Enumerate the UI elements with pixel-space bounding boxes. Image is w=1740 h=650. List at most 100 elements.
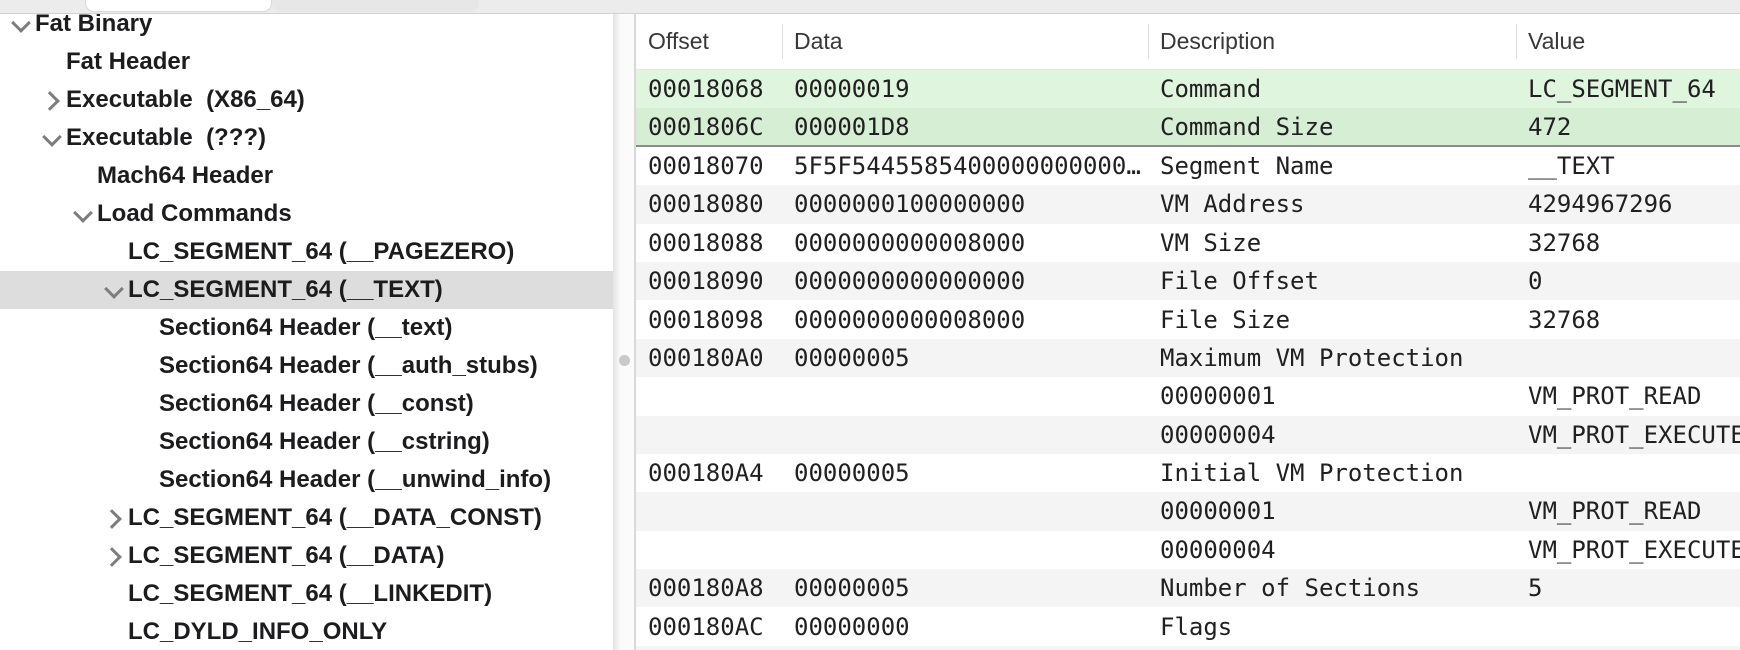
tree-item-selected[interactable]: LC_SEGMENT_64 (__TEXT) (0, 271, 613, 309)
cell-value: 4294967296 (1516, 190, 1740, 218)
chevron-right-icon[interactable] (102, 537, 128, 575)
column-header-value[interactable]: Value (1516, 28, 1740, 55)
cell-value: VM_PROT_EXECUTE (1516, 536, 1740, 564)
chevron-down-icon[interactable] (71, 195, 97, 233)
cell-data: 00000005 (782, 344, 1148, 372)
cell-data: 0000000000008000 (782, 229, 1148, 257)
table-row[interactable]: 000180705F5F5445585400000000000…Segment … (636, 147, 1740, 185)
cell-data: 00000005 (782, 574, 1148, 602)
table-header: OffsetDataDescriptionValue (636, 14, 1740, 70)
tree-item-label: Section64 Header (__const) (159, 390, 474, 418)
table-row[interactable]: 000180800000000100000000VM Address429496… (636, 185, 1740, 223)
no-chevron (133, 347, 159, 385)
tree-item-label: LC_DYLD_INFO_ONLY (128, 618, 387, 646)
tree-item[interactable]: Mach64 Header (0, 157, 613, 195)
cell-offset: 00018080 (636, 190, 782, 218)
cell-description: VM Size (1148, 229, 1516, 257)
tree-item[interactable]: LC_SEGMENT_64 (__DATA_CONST) (0, 499, 613, 537)
splitter-handle-icon[interactable] (619, 355, 630, 366)
table-row[interactable]: 000180A000000005Maximum VM Protection (636, 339, 1740, 377)
tree-item-label: Executable (X86_64) (66, 86, 305, 114)
cell-data: 5F5F5445585400000000000… (782, 152, 1148, 180)
cell-description: Flags (1148, 613, 1516, 641)
table-row[interactable]: 000180A800000005Number of Sections5 (636, 569, 1740, 607)
cell-offset: 0001806C (636, 113, 782, 141)
column-header-data[interactable]: Data (782, 28, 1148, 55)
cell-value: 32768 (1516, 229, 1740, 257)
table-row[interactable]: 0001806800000019CommandLC_SEGMENT_64 (636, 70, 1740, 108)
tree-item[interactable]: LC_SEGMENT_64 (__PAGEZERO) (0, 233, 613, 271)
chevron-down-icon[interactable] (40, 119, 66, 157)
tree-item[interactable]: Section64 Header (__cstring) (0, 423, 613, 461)
tree-item-label: Section64 Header (__cstring) (159, 428, 490, 456)
tree-item-label: LC_SEGMENT_64 (__DATA) (128, 542, 445, 570)
column-header-offset[interactable]: Offset (636, 28, 782, 55)
tree-item[interactable]: Fat Binary (0, 14, 613, 43)
cell-data: 0000000000000000 (782, 267, 1148, 295)
tree-item[interactable]: Fat Header (0, 43, 613, 81)
chevron-right-icon[interactable] (102, 499, 128, 537)
table-row[interactable]: 00000001VM_PROT_READ (636, 377, 1740, 415)
column-separator[interactable] (1516, 24, 1517, 59)
partial-next-row (636, 646, 1740, 650)
chevron-down-icon[interactable] (9, 14, 35, 43)
tree-item-label: LC_SEGMENT_64 (__DATA_CONST) (128, 504, 542, 532)
cell-description: 00000004 (1148, 421, 1516, 449)
cell-offset: 00018068 (636, 75, 782, 103)
sidebar-tree: Fat Binary Fat Header Executable (X86_64) E… (0, 14, 613, 650)
cell-description: Segment Name (1148, 152, 1516, 180)
table-row[interactable]: 000180980000000000008000File Size32768 (636, 300, 1740, 338)
table-row[interactable]: 000180900000000000000000File Offset0 (636, 262, 1740, 300)
tree-item[interactable]: LC_SEGMENT_64 (__LINKEDIT) (0, 575, 613, 613)
tab-inactive[interactable] (272, 0, 479, 12)
chevron-down-icon[interactable] (102, 271, 128, 309)
cell-data: 00000005 (782, 459, 1148, 487)
no-chevron (71, 157, 97, 195)
table-row[interactable]: 00000004VM_PROT_EXECUTE (636, 531, 1740, 569)
tree-item[interactable]: Section64 Header (__const) (0, 385, 613, 423)
no-chevron (133, 423, 159, 461)
tree-item[interactable]: Executable (???) (0, 119, 613, 157)
cell-value: VM_PROT_READ (1516, 382, 1740, 410)
no-chevron (133, 461, 159, 499)
cell-data: 000001D8 (782, 113, 1148, 141)
tree-item[interactable]: Section64 Header (__text) (0, 309, 613, 347)
cell-data: 00000019 (782, 75, 1148, 103)
no-chevron (102, 233, 128, 271)
table-row[interactable]: 0001806C000001D8Command Size472 (636, 108, 1740, 146)
tree-item[interactable]: Section64 Header (__auth_stubs) (0, 347, 613, 385)
no-chevron (133, 385, 159, 423)
table-row[interactable]: 00000004VM_PROT_EXECUTE (636, 416, 1740, 454)
detail-table: OffsetDataDescriptionValue 0001806800000… (636, 14, 1740, 650)
cell-description: File Offset (1148, 267, 1516, 295)
cell-description: VM Address (1148, 190, 1516, 218)
cell-offset: 000180A0 (636, 344, 782, 372)
cell-value: VM_PROT_READ (1516, 497, 1740, 525)
cell-description: Initial VM Protection (1148, 459, 1516, 487)
tree-item[interactable]: LC_DYLD_INFO_ONLY (0, 613, 613, 650)
column-separator[interactable] (1148, 24, 1149, 59)
cell-description: 00000004 (1148, 536, 1516, 564)
split-divider[interactable] (613, 14, 636, 650)
tree-item-label: Section64 Header (__unwind_info) (159, 466, 551, 494)
cell-description: 00000001 (1148, 497, 1516, 525)
tree-item-label: Fat Header (66, 48, 190, 76)
tree-item[interactable]: Section64 Header (__unwind_info) (0, 461, 613, 499)
cell-offset: 000180A4 (636, 459, 782, 487)
tab-active[interactable] (85, 0, 272, 12)
table-row[interactable]: 000180A400000005Initial VM Protection (636, 454, 1740, 492)
chevron-right-icon[interactable] (40, 81, 66, 119)
column-separator[interactable] (782, 24, 783, 59)
cell-value: 5 (1516, 574, 1740, 602)
no-chevron (102, 575, 128, 613)
cell-description: File Size (1148, 306, 1516, 334)
tree-item[interactable]: LC_SEGMENT_64 (__DATA) (0, 537, 613, 575)
cell-value: 472 (1516, 113, 1740, 141)
table-row[interactable]: 00000001VM_PROT_READ (636, 492, 1740, 530)
cell-description: Command (1148, 75, 1516, 103)
column-header-description[interactable]: Description (1148, 28, 1516, 55)
table-row[interactable]: 000180880000000000008000VM Size32768 (636, 224, 1740, 262)
table-row[interactable]: 000180AC00000000Flags (636, 607, 1740, 645)
tree-item[interactable]: Load Commands (0, 195, 613, 233)
tree-item[interactable]: Executable (X86_64) (0, 81, 613, 119)
